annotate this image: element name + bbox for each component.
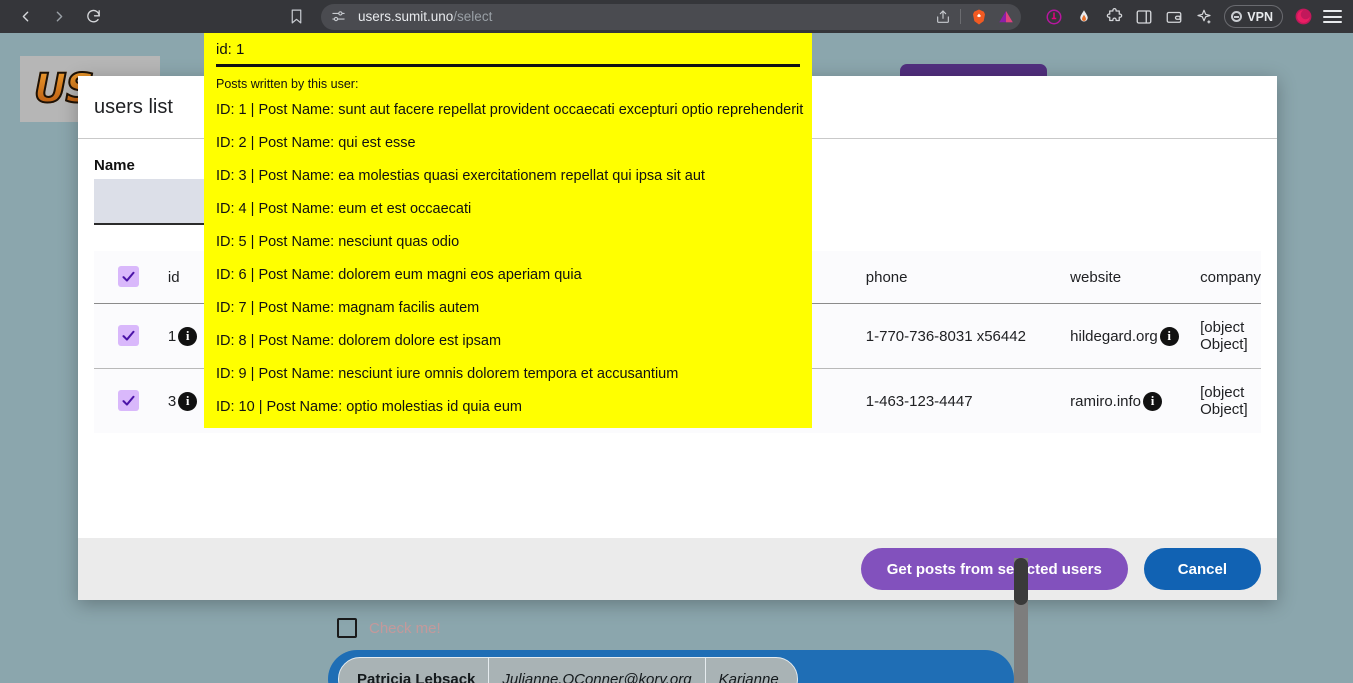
cell-website-value: ramiro.info [1070,392,1142,410]
col-header-website[interactable]: website [1070,251,1201,304]
reload-icon [85,8,102,25]
browser-toolbar: users.sumit.uno/select VPN [0,0,1353,33]
vpn-status-icon [1231,11,1243,22]
address-area: users.sumit.uno/select [108,3,1030,30]
tooltip-post-line: ID: 7 | Post Name: magnam facilis autem [216,300,480,316]
scrollbar-thumb[interactable] [1014,558,1028,605]
selected-user-pill-inner: Patricia Lebsack Julianne.OConner@kory.o… [338,657,798,683]
back-arrow-icon [17,8,34,25]
page-scrollbar[interactable] [1014,558,1028,683]
profile-icon[interactable] [1293,7,1313,27]
sidebar-panel-icon[interactable] [1134,7,1154,27]
tooltip-subtitle: Posts written by this user: [216,77,359,91]
browser-extensions-area: VPN [1030,5,1353,28]
puzzle-extension-icon[interactable] [1104,7,1124,27]
reload-button[interactable] [78,3,108,31]
tooltip-post-line: ID: 9 | Post Name: nesciunt iure omnis d… [216,366,679,382]
brave-lion-icon[interactable] [970,8,988,26]
url-bar[interactable]: users.sumit.uno/select [321,3,1021,30]
back-button[interactable] [10,3,40,31]
bookmark-icon[interactable] [288,8,305,25]
cancel-button[interactable]: Cancel [1143,548,1261,590]
info-icon[interactable]: i [178,391,198,411]
tooltip-post-line: ID: 1 | Post Name: sunt aut facere repel… [216,102,804,118]
cell-company: [object Object] [1200,368,1261,433]
modal-footer: Get posts from selected users Cancel [78,538,1277,600]
hamburger-menu-icon[interactable] [1323,10,1342,23]
selected-user-pill[interactable]: Patricia Lebsack Julianne.OConner@kory.o… [328,650,1014,683]
tooltip-post-line: ID: 3 | Post Name: ea molestias quasi ex… [216,168,705,184]
adblock-icon[interactable] [1044,7,1064,27]
tooltip-post-line: ID: 5 | Post Name: nesciunt quas odio [216,234,460,250]
row-checkbox[interactable] [118,325,139,346]
leo-ai-icon[interactable] [1194,7,1214,27]
site-settings-icon[interactable] [331,9,346,24]
cell-website-value: hildegard.org [1070,327,1158,345]
cell-company: [object Object] [1200,303,1261,369]
url-domain: users.sumit.uno [358,9,454,24]
dropper-icon[interactable] [1074,7,1094,27]
pill-cell-name: Patricia Lebsack [339,658,490,683]
url-text: users.sumit.uno/select [358,9,492,24]
row-checkbox[interactable] [118,390,139,411]
cell-phone: 1-770-736-8031 x56442 [865,303,1071,369]
pill-cell-email: Julianne.OConner@kory.org [489,658,706,683]
tooltip-post-line: ID: 6 | Post Name: dolorem eum magni eos… [216,267,582,283]
triangle-extension-icon[interactable] [997,8,1015,26]
vpn-label: VPN [1247,9,1273,24]
posts-tooltip-overlay: id: 1 Posts written by this user: ID: 1 … [204,33,812,428]
select-all-checkbox[interactable] [118,266,139,287]
page-content: US Add User users list Name [0,33,1353,683]
url-path: /select [453,9,493,24]
tooltip-title: id: 1 [216,39,800,67]
col-header-company[interactable]: company [1200,251,1261,304]
wallet-icon[interactable] [1164,7,1184,27]
navigation-buttons [0,3,108,31]
forward-arrow-icon [51,8,68,25]
tooltip-post-line: ID: 8 | Post Name: dolorem dolore est ip… [216,333,502,349]
tooltip-post-line: ID: 10 | Post Name: optio molestias id q… [216,399,522,415]
row-select-cell [94,368,168,433]
tooltip-post-line: ID: 4 | Post Name: eum et est occaecati [216,201,472,217]
cell-website: ramiro.info i [1070,368,1201,433]
info-icon[interactable]: i [178,326,198,346]
check-me-label: Check me! [369,619,441,637]
tooltip-post-line: ID: 2 | Post Name: qui est esse [216,135,416,151]
share-icon[interactable] [935,9,951,25]
cell-website: hildegard.org i [1070,303,1201,369]
info-icon[interactable]: i [1159,326,1179,346]
get-posts-button[interactable]: Get posts from selected users [860,548,1128,590]
check-me-checkbox[interactable] [337,618,357,638]
info-icon[interactable]: i [1143,391,1163,411]
select-all-header [94,251,168,304]
toolbar-divider [960,9,961,24]
check-me-row: Check me! [337,618,441,638]
cell-phone: 1-463-123-4447 [865,368,1071,433]
vpn-button[interactable]: VPN [1224,5,1283,28]
url-bar-actions [935,4,1015,30]
pill-cell-username: Karianne [718,670,779,683]
cell-id-value: 1 [167,327,177,345]
col-header-phone[interactable]: phone [865,251,1071,304]
row-select-cell [94,303,168,369]
cell-id-value: 3 [167,392,177,410]
forward-button[interactable] [44,3,74,31]
